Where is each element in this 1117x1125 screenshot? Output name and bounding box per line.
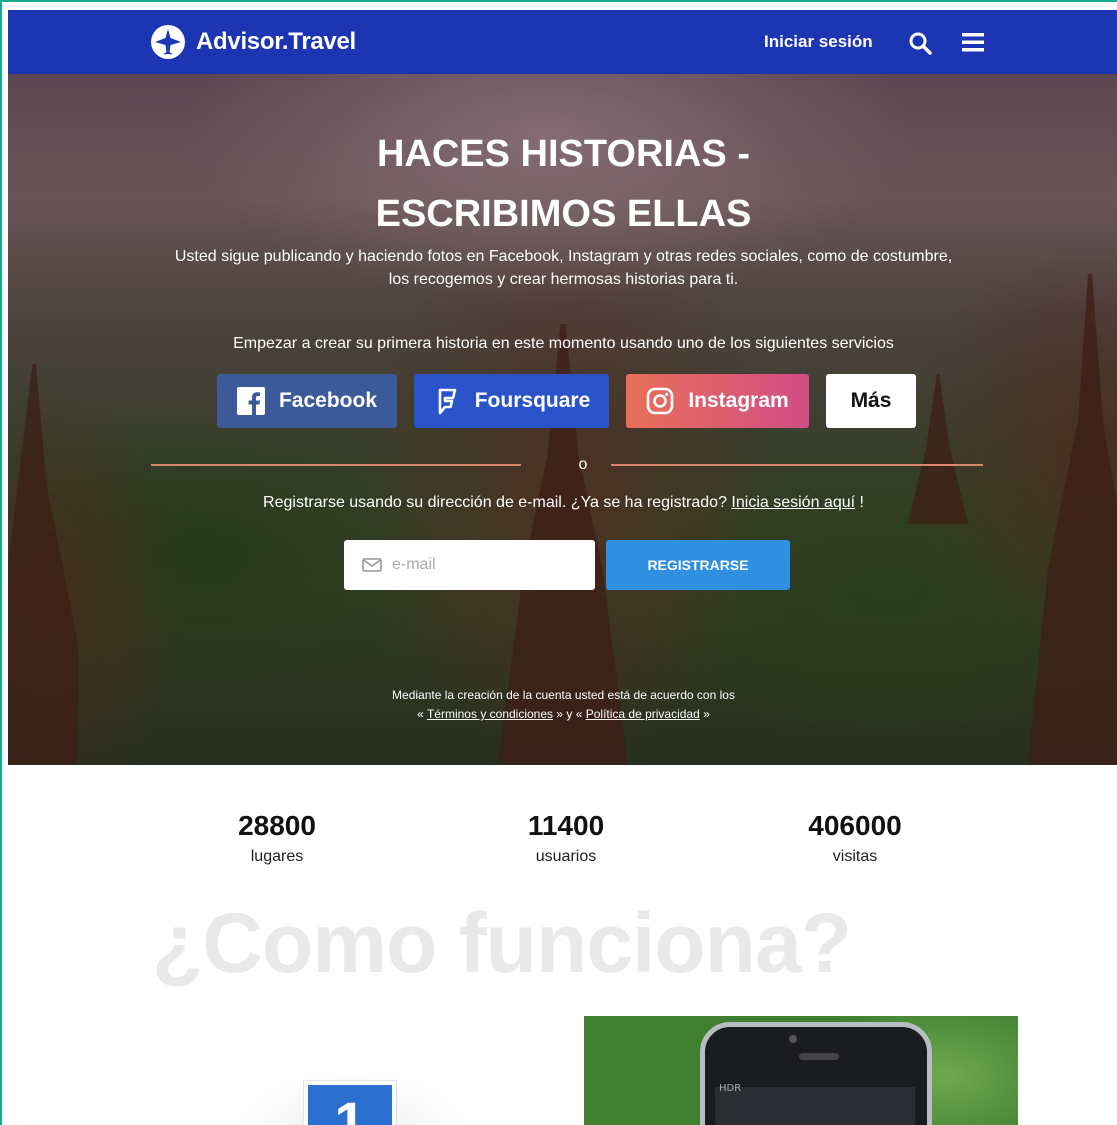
terms-line2: « Términos y condiciones » y « Política … xyxy=(8,705,1117,724)
step-number-badge: 1 xyxy=(304,1081,396,1125)
terms-line1: Mediante la creación de la cuenta usted … xyxy=(392,688,735,702)
divider-line-left xyxy=(151,464,521,466)
login-here-link[interactable]: Inicia sesión aquí xyxy=(731,494,855,511)
terms-notice: Mediante la creación de la cuenta usted … xyxy=(8,686,1117,724)
facebook-button-label: Facebook xyxy=(278,389,378,412)
stat-value: 28800 xyxy=(238,810,316,841)
foursquare-icon xyxy=(438,388,457,415)
phone-ui-text: HDR xyxy=(719,1083,742,1094)
phone-speaker xyxy=(799,1053,839,1060)
phone-photo: HDR xyxy=(584,1016,1018,1125)
hero-subtitle-line1: Usted sigue publicando y haciendo fotos … xyxy=(174,248,953,265)
top-navbar: Advisor.Travel Iniciar sesión xyxy=(8,10,1117,74)
stat-value: 406000 xyxy=(808,810,902,841)
email-field-wrapper[interactable] xyxy=(344,540,595,590)
social-login-buttons: Facebook Foursquare Instagram Más xyxy=(8,374,1117,428)
hero-title-line2: ESCRIBIMOS ELLAS xyxy=(375,193,752,235)
stat-places: 28800 lugares xyxy=(177,810,377,866)
stat-label: usuarios xyxy=(535,848,597,865)
brand-logo[interactable]: Advisor.Travel xyxy=(150,24,356,60)
stat-users: 11400 usuarios xyxy=(466,810,666,866)
signin-link[interactable]: Iniciar sesión xyxy=(764,32,873,52)
privacy-link[interactable]: Política de privacidad xyxy=(586,707,700,721)
page-frame: Advisor.Travel Iniciar sesión HACES HIST… xyxy=(0,0,1117,1125)
brand-name: Advisor.Travel xyxy=(196,28,356,55)
register-prompt-suffix: ! xyxy=(855,494,864,511)
more-services-button[interactable]: Más xyxy=(826,374,916,428)
terms-suffix: » xyxy=(699,707,710,721)
foursquare-button-label: Foursquare xyxy=(474,389,591,412)
hero-subtitle-line2: los recogemos y crear hermosas historias… xyxy=(388,271,739,288)
mail-icon xyxy=(362,558,382,572)
hero-title-line1: HACES HISTORIAS - xyxy=(376,133,750,175)
hero-subtitle: Usted sigue publicando y haciendo fotos … xyxy=(8,245,1117,291)
foursquare-button[interactable]: Foursquare xyxy=(414,374,609,428)
search-icon[interactable] xyxy=(908,31,932,55)
start-text: Empezar a crear su primera historia en e… xyxy=(233,335,894,352)
facebook-icon xyxy=(236,387,265,415)
register-button[interactable]: REGISTRARSE xyxy=(606,540,790,590)
or-text: o xyxy=(578,456,588,473)
stat-value: 11400 xyxy=(527,810,605,841)
phone-image: HDR xyxy=(700,1022,932,1125)
instagram-icon xyxy=(647,387,674,415)
logo-plane-icon xyxy=(151,25,185,59)
stat-label: visitas xyxy=(832,848,878,865)
terms-mid: » y « xyxy=(553,707,586,721)
more-services-label: Más xyxy=(850,389,892,412)
email-input[interactable] xyxy=(392,556,572,574)
stat-label: lugares xyxy=(250,848,304,865)
terms-prefix: « xyxy=(417,707,427,721)
register-prompt: Registrarse usando su dirección de e-mai… xyxy=(8,494,1117,512)
terms-link[interactable]: Términos y condiciones xyxy=(427,707,553,721)
menu-icon[interactable] xyxy=(962,32,984,52)
divider-line-right xyxy=(611,464,983,466)
instagram-button-label: Instagram xyxy=(688,389,789,412)
phone-camera-dot xyxy=(789,1035,797,1043)
instagram-button[interactable]: Instagram xyxy=(626,374,809,428)
register-prompt-text: Registrarse usando su dirección de e-mai… xyxy=(263,494,732,511)
stat-visits: 406000 visitas xyxy=(755,810,955,866)
how-it-works-title: ¿Como funciona? xyxy=(152,896,852,990)
or-divider: o xyxy=(8,455,1117,475)
hero-title: HACES HISTORIAS - ESCRIBIMOS ELLAS xyxy=(8,124,1117,244)
facebook-button[interactable]: Facebook xyxy=(217,374,397,428)
phone-screen xyxy=(715,1087,915,1125)
hero-section: HACES HISTORIAS - ESCRIBIMOS ELLAS Usted… xyxy=(8,74,1117,765)
